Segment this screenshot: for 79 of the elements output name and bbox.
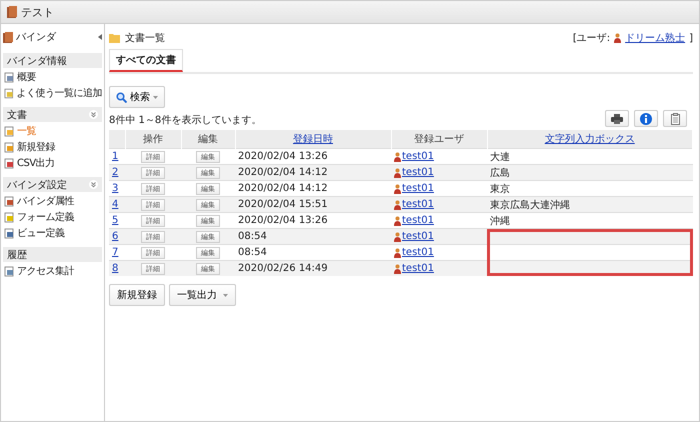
sidebar-item[interactable]: 新規登録 — [3, 140, 102, 154]
document-icon — [4, 72, 15, 82]
person-icon — [394, 184, 401, 194]
column-header: 操作 — [143, 134, 163, 145]
printer-icon — [611, 114, 623, 124]
folder-icon — [4, 126, 15, 136]
result-count: 8件中 1～8件を表示しています。 — [109, 114, 262, 127]
document-icon — [4, 266, 15, 276]
search-icon — [116, 92, 127, 102]
person-icon — [394, 168, 401, 178]
sidebar-item[interactable]: ビュー定義 — [3, 226, 102, 240]
user-link[interactable]: test01 — [402, 183, 434, 194]
user-link[interactable]: test01 — [402, 247, 434, 258]
book-icon — [3, 32, 13, 42]
sidebar-item[interactable]: バインダ属性 — [3, 194, 102, 208]
person-icon — [394, 216, 401, 226]
sidebar-section-header[interactable]: 履歴 — [3, 247, 102, 262]
sidebar-title: バインダ — [16, 31, 58, 44]
row-number-link[interactable]: 7 — [112, 247, 118, 258]
document-icon — [4, 158, 15, 168]
person-icon — [394, 152, 401, 162]
table-cell: 2020/02/04 15:51 — [235, 196, 391, 212]
user-link[interactable]: test01 — [402, 215, 434, 226]
document-icon — [4, 196, 15, 206]
document-icon — [4, 228, 15, 238]
book-icon — [7, 6, 17, 18]
document-icon — [4, 212, 15, 222]
user-label: [ユーザ: — [572, 32, 610, 45]
table-cell: 広島 — [487, 164, 692, 180]
sidebar-section-header[interactable]: 文書 — [3, 107, 102, 122]
table-cell: 2020/02/26 14:49 — [235, 260, 391, 276]
sidebar-item[interactable]: 一覧 — [3, 124, 102, 138]
sidebar-section-header[interactable]: バインダ情報 — [3, 53, 102, 68]
person-icon — [394, 232, 401, 242]
tab[interactable]: すべての文書 — [109, 49, 183, 72]
app-title: テスト — [21, 4, 54, 20]
collapse-icon[interactable] — [98, 34, 102, 40]
info-button[interactable] — [634, 110, 658, 127]
user-link[interactable]: test01 — [402, 151, 434, 162]
chevron-icon[interactable] — [89, 180, 98, 189]
column-header: 編集 — [198, 134, 218, 145]
sidebar-item[interactable]: CSV出力 — [3, 156, 102, 170]
page-title: 文書一覧 — [125, 32, 166, 45]
clipboard-button[interactable] — [663, 110, 687, 127]
table-cell: 2020/02/04 14:12 — [235, 164, 391, 180]
print-button[interactable] — [605, 110, 629, 127]
row-number-link[interactable]: 3 — [112, 183, 118, 194]
sidebar-item[interactable]: 概要 — [3, 70, 102, 84]
section-title: バインダ情報 — [7, 54, 67, 68]
action-button[interactable]: 新規登録 — [109, 284, 165, 306]
sidebar-item[interactable]: フォーム定義 — [3, 210, 102, 224]
bracket-text: ] — [689, 32, 693, 44]
person-icon — [394, 248, 401, 258]
document-icon — [4, 88, 14, 98]
person-icon — [614, 33, 622, 43]
section-title: 文書 — [7, 108, 27, 122]
row-number-link[interactable]: 5 — [112, 215, 118, 226]
sidebar-item[interactable]: よく使う一覧に追加 — [3, 86, 102, 100]
section-title: バインダ設定 — [7, 178, 67, 192]
table-cell: 08:54 — [235, 228, 391, 244]
person-icon — [394, 264, 401, 274]
search-button[interactable]: 検索 — [109, 86, 165, 108]
user-link[interactable]: ドリーム熟士 — [625, 31, 686, 45]
folder-icon — [109, 33, 121, 43]
sidebar-item[interactable]: アクセス集計 — [3, 264, 102, 278]
sidebar-section-header[interactable]: バインダ設定 — [3, 177, 102, 192]
table-cell: 東京広島大連沖縄 — [487, 196, 692, 212]
column-header[interactable]: 登録日時 — [293, 134, 333, 145]
info-icon — [640, 112, 652, 124]
clipboard-icon — [670, 112, 680, 124]
document-icon — [4, 142, 15, 152]
caret-icon — [223, 294, 228, 296]
chevron-icon[interactable] — [89, 110, 98, 119]
action-button[interactable]: 一覧出力 — [169, 284, 236, 306]
person-icon — [394, 200, 401, 210]
row-number-link[interactable]: 1 — [112, 151, 118, 162]
caret-icon — [153, 96, 158, 98]
section-title: 履歴 — [7, 248, 27, 262]
column-header: 登録ユーザ — [414, 134, 464, 145]
